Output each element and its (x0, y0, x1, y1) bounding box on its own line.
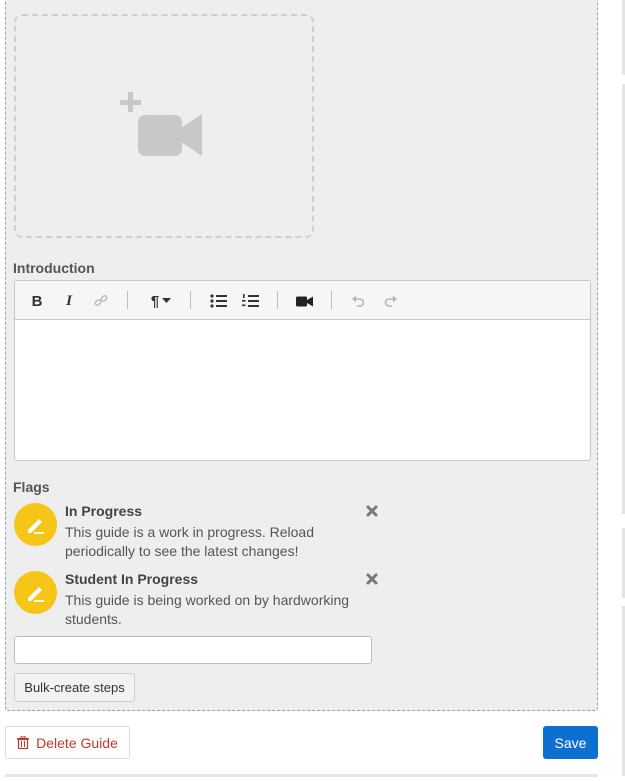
delete-guide-button[interactable]: Delete Guide (5, 726, 130, 759)
introduction-editor[interactable]: B I ¶ (14, 280, 591, 461)
insert-video-button[interactable] (294, 291, 314, 311)
remove-flag-button[interactable] (366, 504, 380, 518)
toolbar-divider (331, 291, 332, 309)
bulk-create-steps-button[interactable]: Bulk-create steps (14, 673, 135, 702)
editor-content-area[interactable] (15, 320, 590, 460)
guide-edit-panel: Introduction B I ¶ Flags In Progress Thi… (5, 0, 598, 711)
flags-label: Flags (13, 479, 50, 495)
add-video-icon (120, 92, 202, 156)
redo-icon (384, 295, 397, 307)
video-camera-icon (295, 296, 313, 306)
paragraph-icon: ¶ (150, 292, 160, 310)
flag-badge (14, 503, 57, 546)
numbered-list-icon (241, 294, 259, 307)
pencil-icon (27, 586, 44, 602)
remove-flag-button[interactable] (366, 572, 380, 586)
italic-button[interactable]: I (59, 291, 79, 311)
close-icon (366, 573, 378, 585)
toolbar-divider (190, 291, 191, 309)
bold-button[interactable]: B (27, 291, 47, 311)
introduction-label: Introduction (13, 260, 95, 276)
trash-icon (17, 736, 30, 749)
save-button[interactable]: Save (543, 726, 598, 759)
numbered-list-button[interactable] (240, 291, 260, 311)
toolbar-divider (127, 291, 128, 309)
flag-description: This guide is a work in progress. Reload… (65, 524, 315, 559)
link-button[interactable] (91, 291, 111, 311)
link-icon (94, 295, 108, 306)
flag-description: This guide is being worked on by hardwor… (65, 592, 350, 627)
undo-icon (351, 295, 364, 307)
close-icon (366, 505, 378, 517)
bullet-list-button[interactable] (208, 291, 228, 311)
flag-title: Student In Progress (65, 571, 199, 587)
flag-item: In Progress This guide is a work in prog… (14, 503, 384, 563)
footer-divider (5, 774, 598, 777)
delete-guide-label: Delete Guide (36, 734, 118, 751)
flag-item: Student In Progress This guide is being … (14, 571, 384, 631)
video-upload-dropzone[interactable] (14, 14, 314, 238)
redo-button[interactable] (380, 291, 400, 311)
paragraph-format-dropdown[interactable]: ¶ (145, 291, 177, 311)
editor-toolbar: B I ¶ (15, 281, 590, 320)
flag-title: In Progress (65, 503, 143, 519)
chevron-down-icon (162, 298, 172, 303)
pencil-icon (27, 518, 44, 534)
toolbar-divider (277, 291, 278, 309)
undo-button[interactable] (348, 291, 368, 311)
add-flag-input[interactable] (14, 636, 372, 664)
bullet-list-icon (209, 294, 227, 308)
flag-badge (14, 571, 57, 614)
